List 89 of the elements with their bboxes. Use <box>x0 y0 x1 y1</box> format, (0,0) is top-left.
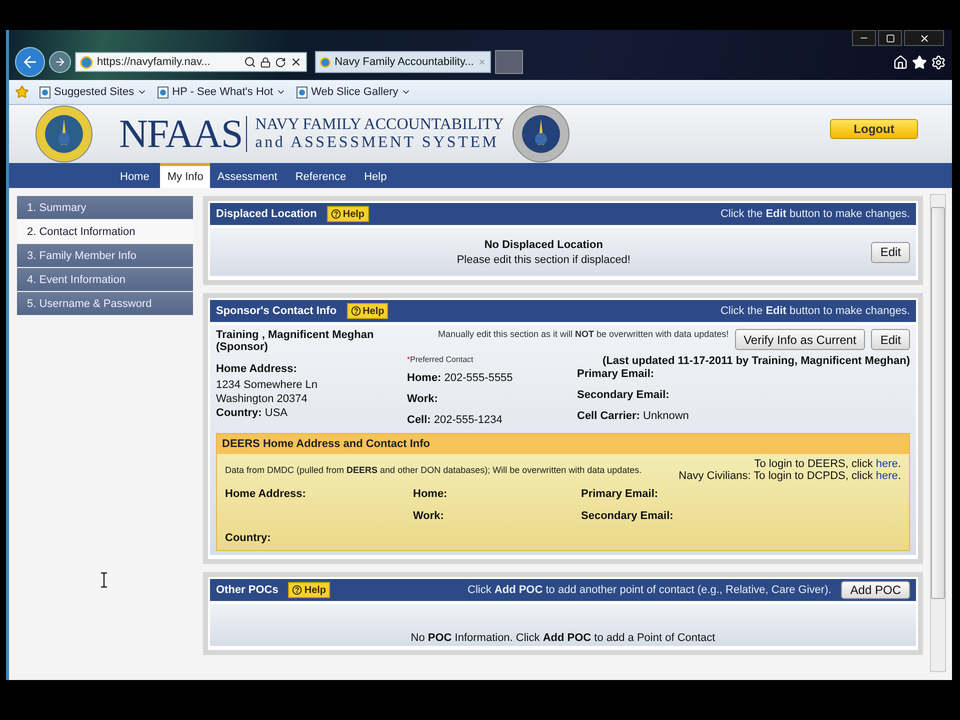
field-value: Secondary Email: <box>577 388 670 402</box>
here-link[interactable]: here <box>876 470 898 482</box>
add-poc-button[interactable]: Add POC <box>841 581 910 599</box>
section-title: Sponsor's Contact Info <box>216 305 337 317</box>
maximize-icon <box>886 34 894 42</box>
search-icon[interactable] <box>244 56 256 68</box>
field-value: Cell Carrier: Unknown <box>577 409 690 423</box>
help-button[interactable]: Help <box>346 303 388 319</box>
page-icon <box>157 86 170 98</box>
notice-text: Manually edit this section as it will NOT be overwritten with data updates! <box>436 329 729 339</box>
help-icon <box>330 209 341 219</box>
field-value: Primary Email: <box>577 367 656 381</box>
close-icon <box>918 32 930 44</box>
nav-tab[interactable]: My Info <box>160 163 210 188</box>
sidebar-item[interactable]: 1. Summary <box>17 196 193 219</box>
nav-tab[interactable]: Reference <box>288 163 354 188</box>
field-label: Home Address: <box>225 488 307 500</box>
field-label: Home: <box>413 488 448 500</box>
preferred-contact-note: *Preferred Contact <box>407 355 474 364</box>
refresh-icon[interactable] <box>275 56 286 68</box>
field-value: Home: 202-555-5555 <box>407 371 514 385</box>
site-logo: NFAAS <box>119 116 248 152</box>
hint-text: Click the Edit button to make changes. <box>720 305 910 317</box>
page-icon <box>39 86 51 98</box>
status-message: Please edit this section if displaced! <box>456 254 630 266</box>
home-icon[interactable] <box>893 54 908 70</box>
sidebar-item[interactable]: 2. Contact Information <box>17 220 193 243</box>
close-button[interactable] <box>904 30 944 46</box>
nav-tab[interactable]: Assessment <box>210 163 284 188</box>
field-label: Home Address: <box>216 363 298 375</box>
site-title: NAVY FAMILY ACCOUNTABILITY <box>255 116 504 134</box>
emblem-drawing <box>512 105 570 163</box>
help-icon <box>350 306 361 316</box>
login-text: Navy Civilians: To login to DCPDS, click here. <box>678 470 901 482</box>
site-title: and ASSESSMENT SYSTEM <box>255 134 500 152</box>
help-button[interactable]: Help <box>326 206 369 222</box>
browser-icon <box>320 56 331 68</box>
nav-tab[interactable]: Help <box>357 163 394 188</box>
section-title: Displaced Location <box>216 208 317 220</box>
deers-title: DEERS Home Address and Contact Info <box>217 434 909 454</box>
field-value: Work: <box>407 392 439 406</box>
text-cursor-icon <box>100 572 108 588</box>
scrollbar[interactable] <box>930 194 946 672</box>
lock-icon <box>260 56 271 68</box>
here-link[interactable]: here <box>876 458 898 470</box>
page-icon <box>296 86 308 98</box>
help-button[interactable]: Help <box>288 582 330 598</box>
stop-icon[interactable] <box>290 56 302 68</box>
address-line: 1234 Somewhere Ln <box>216 378 319 392</box>
login-text: To login to DEERS, click here. <box>754 458 901 470</box>
sidebar-item[interactable]: 4. Event Information <box>17 268 193 291</box>
browser-icon <box>80 56 93 68</box>
address-line: Washington 20374 <box>216 392 308 406</box>
close-tab-icon[interactable] <box>478 57 486 67</box>
sidebar-item[interactable]: 3. Family Member Info <box>17 244 193 267</box>
back-button[interactable] <box>15 47 45 77</box>
section-title: Other POCs <box>216 584 278 596</box>
edit-button[interactable]: Edit <box>871 242 910 262</box>
favorites-star-icon[interactable] <box>15 85 29 99</box>
deers-note: Data from DMDC (pulled from DEERS and other DON databases); Will be overwritten with data updates. <box>225 465 643 475</box>
maximize-button[interactable] <box>878 30 902 46</box>
help-icon <box>292 585 302 595</box>
settings-icon[interactable] <box>931 54 946 70</box>
verify-button[interactable]: Verify Info as Current <box>734 329 866 350</box>
browser-tab[interactable]: Navy Family Accountability... <box>315 51 491 73</box>
field-label: Country: <box>225 532 272 544</box>
forward-button[interactable] <box>49 51 71 73</box>
edit-button[interactable]: Edit <box>871 329 910 350</box>
field-label: Primary Email: <box>581 488 660 500</box>
favorites-link[interactable]: HP - See What's Hot <box>157 86 286 98</box>
hint-text: Click the Edit button to make changes. <box>720 208 910 220</box>
hint-text: Click Add POC to add another point of contact (e.g., Relative, Care Giver). <box>468 584 832 596</box>
last-updated: (Last updated 11-17-2011 by Training, Magnificent Meghan) <box>602 355 910 367</box>
sidebar-item[interactable]: 5. Username & Password <box>17 292 193 315</box>
field-label: Secondary Email: <box>581 510 674 522</box>
seal-drawing <box>35 105 93 163</box>
forward-arrow-icon <box>54 56 66 68</box>
address-bar[interactable]: https://navyfamily.nav... <box>75 52 307 72</box>
favorites-link[interactable]: Web Slice Gallery <box>296 86 412 98</box>
favorites-link[interactable]: Suggested Sites <box>39 86 148 98</box>
favorites-icon[interactable] <box>912 54 927 70</box>
field-value: Country: USA <box>216 406 289 420</box>
logout-button[interactable]: Logout <box>830 119 918 139</box>
status-heading: No Displaced Location <box>484 238 603 250</box>
field-label: Work: <box>413 510 445 522</box>
empty-message: No POC Information. Click Add POC to add a Point of Contact <box>410 632 716 644</box>
field-value: Cell: 202-555-1234 <box>407 413 504 427</box>
nav-tab[interactable]: Home <box>113 163 156 188</box>
sponsor-name: Training , Magnificent Meghan (Sponsor) <box>216 329 375 353</box>
